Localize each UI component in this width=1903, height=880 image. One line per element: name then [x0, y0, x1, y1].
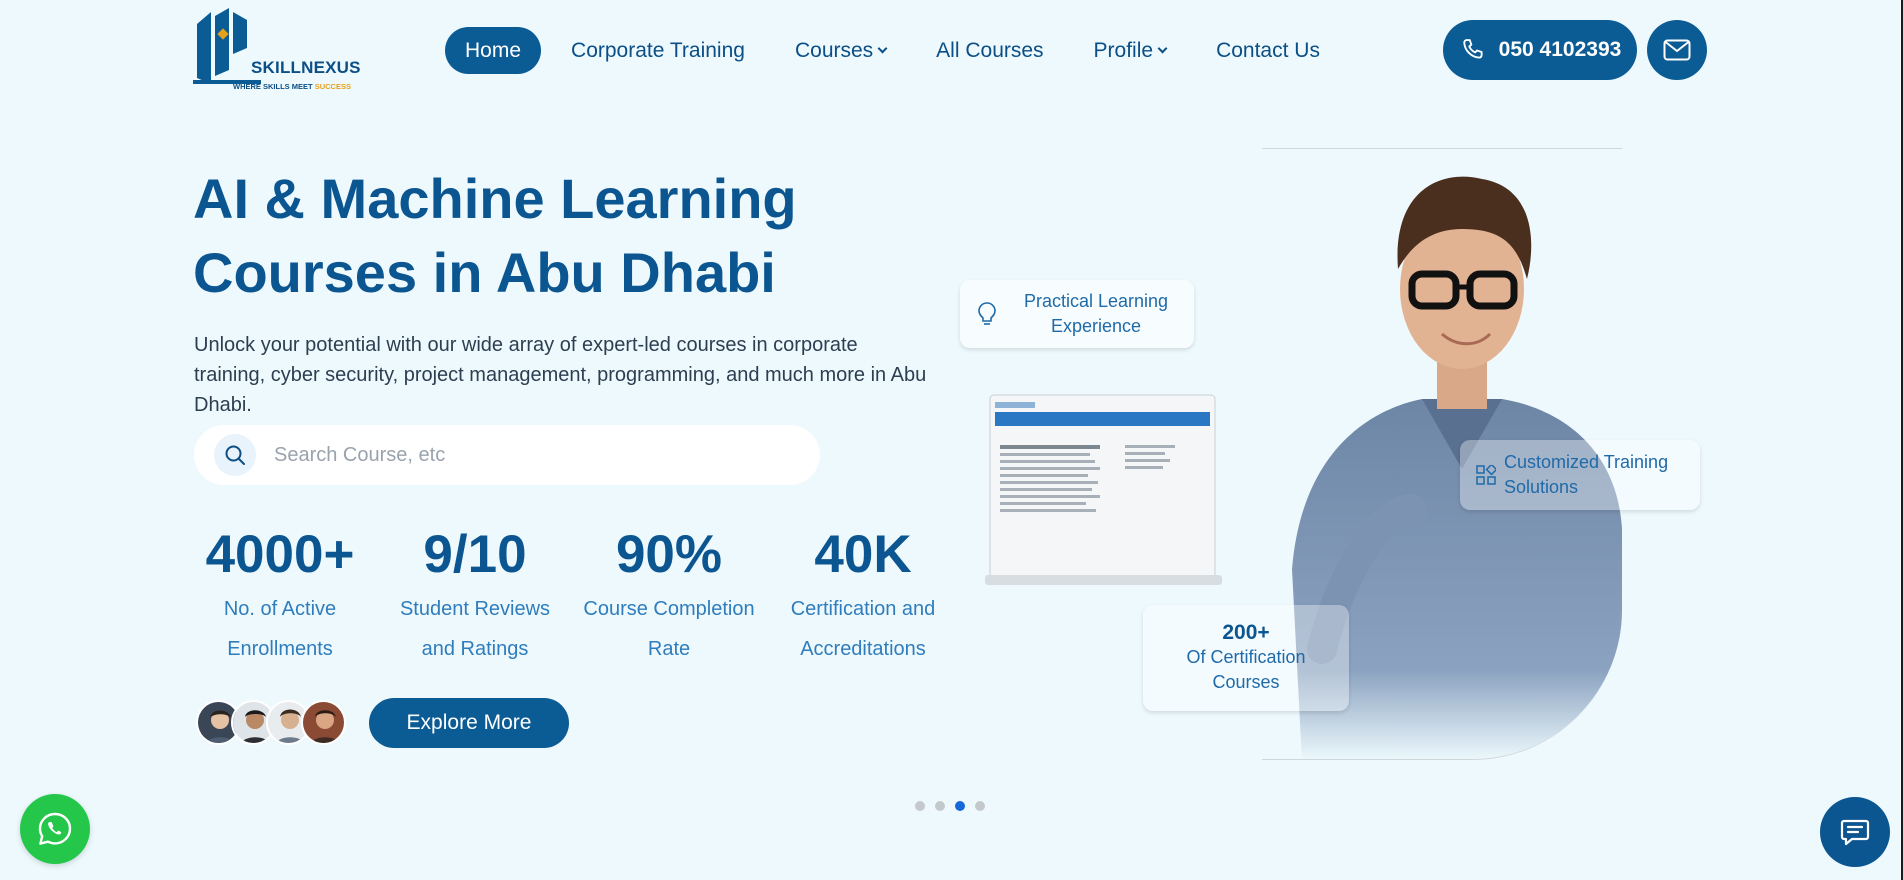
- stat-label-line1: Course Completion: [583, 598, 755, 620]
- carousel-dot-active[interactable]: [955, 801, 965, 811]
- stat-label-line2: and Ratings: [421, 638, 529, 660]
- cert-line1: Of Certification: [1186, 647, 1306, 667]
- search-input[interactable]: [274, 443, 754, 467]
- lightbulb-icon: [978, 302, 996, 325]
- mail-button[interactable]: [1647, 20, 1707, 80]
- grid-icon: [1476, 465, 1496, 485]
- hero-title-line2: Courses in Abu Dhabi: [193, 241, 776, 304]
- stat-label: Certification and Accreditations: [773, 589, 953, 669]
- custom-line2: Solutions: [1504, 477, 1579, 497]
- nav-corporate-training-label: Corporate Training: [571, 38, 745, 62]
- chat-icon: [1840, 819, 1870, 846]
- main-nav: Home Corporate Training Courses All Cour…: [445, 27, 1370, 74]
- stat-label: Student Reviews and Ratings: [385, 589, 565, 669]
- hero-visual: Practical Learning Experience Customized…: [960, 140, 1720, 770]
- nav-all-courses[interactable]: All Courses: [936, 39, 1043, 63]
- chevron-down-icon: [1157, 43, 1168, 54]
- stat-value: 4000+: [205, 525, 355, 584]
- hero-description: Unlock your potential with our wide arra…: [194, 334, 927, 416]
- practical-learning-card: Practical Learning Experience: [960, 280, 1194, 348]
- cert-count: 200+: [1222, 621, 1270, 644]
- student-avatars: [196, 700, 356, 746]
- search-button[interactable]: [214, 434, 256, 476]
- site-logo[interactable]: SKILLNEXUS WHERE SKILLS MEET SUCCESS: [193, 6, 360, 94]
- stat-label-line2: Accreditations: [800, 638, 926, 660]
- hero-title-line1: AI & Machine Learning: [193, 167, 797, 230]
- nav-contact-us-label: Contact Us: [1216, 38, 1320, 62]
- brand-name: SKILLNEXUS: [251, 58, 361, 77]
- phone-button[interactable]: 050 4102393: [1443, 20, 1637, 80]
- stat-label: No. of Active Enrollments: [190, 589, 370, 669]
- stat-reviews: 9/10 Student Reviews and Ratings: [385, 523, 565, 669]
- stat-certifications: 40K Certification and Accreditations: [773, 523, 953, 669]
- phone-number: 050 4102393: [1498, 38, 1622, 61]
- hero-title: AI & Machine Learning Courses in Abu Dha…: [193, 162, 953, 310]
- practical-line2: Experience: [1050, 316, 1142, 336]
- customized-training-text: Customized Training Solutions: [1504, 450, 1668, 500]
- stat-value: 90%: [615, 525, 723, 584]
- nav-home-label: Home: [465, 38, 522, 62]
- stat-label-line1: Certification and: [790, 598, 936, 620]
- stat-label-line2: Enrollments: [227, 638, 333, 660]
- laptop-image: [985, 394, 1222, 585]
- whatsapp-icon: [38, 812, 72, 845]
- nav-corporate-training[interactable]: Corporate Training: [571, 39, 745, 63]
- nav-profile-label: Profile: [1093, 38, 1154, 62]
- carousel-dots: [915, 801, 995, 811]
- stat-completion: 90% Course Completion Rate: [579, 523, 759, 669]
- cert-line2: Courses: [1212, 672, 1280, 692]
- stat-value: 40K: [814, 525, 912, 584]
- stat-value: 9/10: [423, 525, 527, 584]
- nav-contact-us[interactable]: Contact Us: [1216, 39, 1320, 63]
- chevron-down-icon: [877, 43, 888, 54]
- stat-label: Course Completion Rate: [579, 589, 759, 669]
- carousel-dot[interactable]: [915, 801, 925, 811]
- carousel-dot[interactable]: [935, 801, 945, 811]
- nav-profile[interactable]: Profile: [1093, 38, 1168, 63]
- course-search-bar: [194, 425, 820, 485]
- certification-courses-card: 200+ Of Certification Courses: [1143, 605, 1349, 711]
- stat-label-line2: Rate: [647, 638, 691, 660]
- custom-line1: Customized Training: [1504, 452, 1669, 472]
- search-icon: [225, 445, 245, 465]
- customized-training-card: Customized Training Solutions: [1460, 440, 1700, 510]
- tagline-accent: SUCCESS: [314, 82, 351, 91]
- stat-label-line1: Student Reviews: [399, 598, 551, 620]
- nav-courses[interactable]: Courses: [794, 38, 888, 63]
- brand-tagline: WHERE SKILLS MEET SUCCESS: [233, 82, 351, 91]
- cert-label: Of Certification Courses: [1143, 645, 1349, 695]
- practical-line1: Practical Learning: [1023, 291, 1169, 311]
- whatsapp-button[interactable]: [20, 794, 90, 864]
- tagline-main: WHERE SKILLS MEET: [233, 82, 313, 91]
- phone-icon: [1462, 39, 1483, 59]
- practical-learning-text: Practical Learning Experience: [998, 289, 1194, 339]
- nav-courses-label: Courses: [794, 38, 874, 62]
- carousel-dot[interactable]: [975, 801, 985, 811]
- stat-label-line1: No. of Active: [223, 598, 337, 620]
- explore-more-button[interactable]: Explore More: [369, 698, 569, 748]
- nav-home[interactable]: Home: [445, 27, 542, 74]
- nav-all-courses-label: All Courses: [936, 38, 1044, 62]
- avatar: [301, 700, 346, 745]
- mail-icon: [1663, 39, 1691, 61]
- chat-button[interactable]: [1820, 797, 1890, 867]
- stat-enrollments: 4000+ No. of Active Enrollments: [190, 523, 370, 669]
